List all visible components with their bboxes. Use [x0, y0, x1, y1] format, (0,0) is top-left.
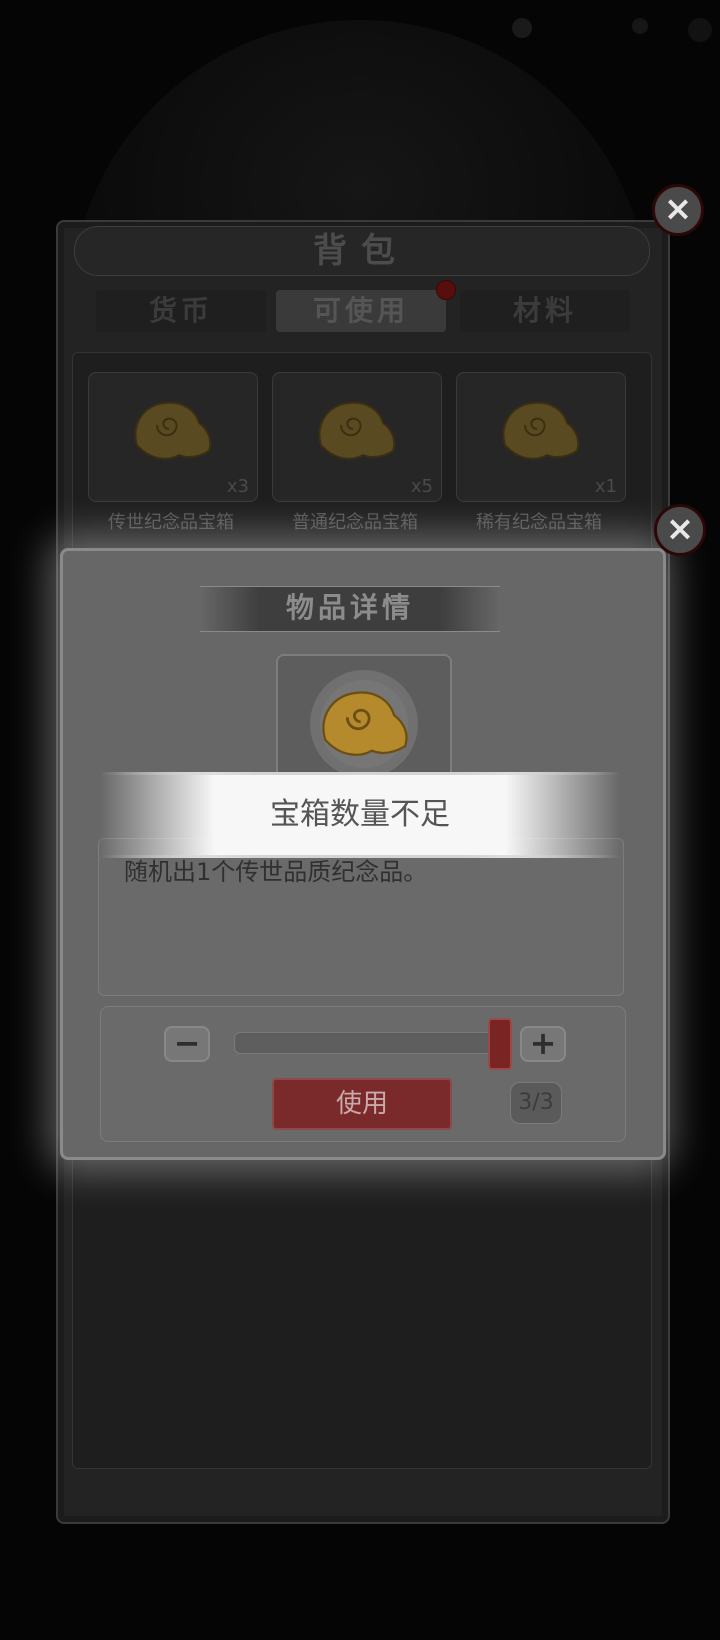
close-detail-button[interactable]: ×: [654, 504, 706, 556]
shell-chest-icon: [134, 401, 212, 460]
detail-title: 物品详情: [285, 591, 414, 624]
detail-item-frame: [276, 654, 452, 788]
close-bag-button[interactable]: ×: [652, 184, 704, 236]
tab-material[interactable]: 材料: [460, 290, 630, 332]
tab-usable[interactable]: 可使用: [276, 290, 446, 332]
use-button[interactable]: 使用: [272, 1078, 452, 1130]
toast-message: 宝箱数量不足: [270, 797, 450, 832]
item-count: x5: [410, 476, 433, 497]
item-slot[interactable]: x3: [88, 372, 258, 502]
item-count: x1: [594, 476, 617, 497]
quantity-counter: 3/3: [510, 1082, 562, 1124]
increase-button[interactable]: +: [520, 1026, 566, 1062]
item-name: 传世纪念品宝箱: [108, 512, 234, 533]
shell-chest-icon: [322, 691, 408, 756]
tab-currency[interactable]: 货币: [96, 290, 266, 332]
item-slot[interactable]: x5: [272, 372, 442, 502]
bag-title: 背包: [313, 231, 409, 271]
close-icon: ×: [663, 189, 693, 229]
quantity-slider[interactable]: [234, 1032, 512, 1054]
item-name: 普通纪念品宝箱: [292, 512, 418, 533]
shell-chest-icon: [318, 401, 396, 460]
item-slot[interactable]: x1: [456, 372, 626, 502]
slider-handle[interactable]: [488, 1018, 512, 1070]
close-icon: ×: [665, 509, 695, 549]
decrease-button[interactable]: −: [164, 1026, 210, 1062]
notification-dot: [436, 280, 456, 300]
item-name: 稀有纪念品宝箱: [476, 512, 602, 533]
shell-chest-icon: [502, 401, 580, 460]
top-decoration: [512, 18, 712, 42]
item-count: x3: [226, 476, 249, 497]
